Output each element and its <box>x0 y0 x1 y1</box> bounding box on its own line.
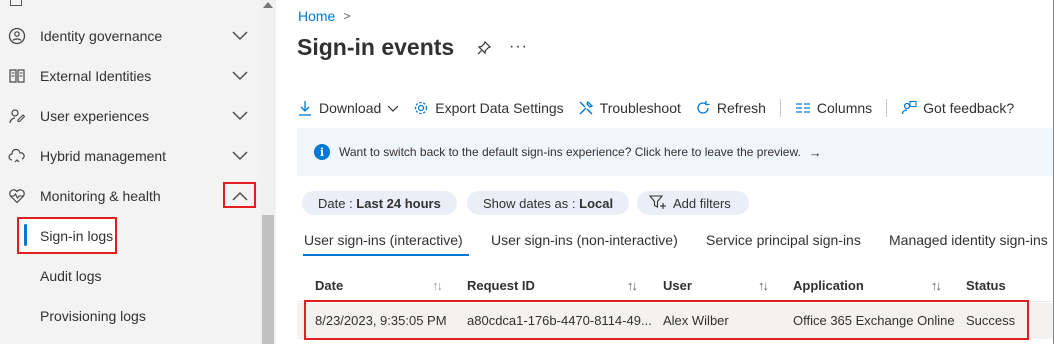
sidebar: Identity governance External Identities … <box>0 0 276 344</box>
sidebar-item-hybrid-management[interactable]: Hybrid management <box>0 136 258 176</box>
refresh-label: Refresh <box>716 100 766 116</box>
sidebar-item-identity-governance[interactable]: Identity governance <box>0 16 258 56</box>
sidebar-item-sign-in-logs[interactable]: Sign-in logs <box>0 216 258 256</box>
download-button[interactable]: Download <box>297 100 399 116</box>
sidebar-item-label: External Identities <box>40 68 152 84</box>
table-header: Date ↑↓ Request ID ↑↓ User ↑↓ Applicatio… <box>297 270 1054 302</box>
user-experiences-icon <box>8 107 26 125</box>
gear-icon <box>413 100 429 116</box>
add-filters-button[interactable]: Add filters <box>637 191 749 215</box>
chevron-down-icon[interactable] <box>230 66 250 86</box>
tab-managed-identity[interactable]: Managed identity sign-ins <box>889 232 1048 248</box>
date-filter-value: Last 24 hours <box>356 195 441 211</box>
toolbar-divider <box>779 99 781 117</box>
columns-button[interactable]: Columns <box>795 100 872 116</box>
sort-icon[interactable]: ↑↓ <box>627 278 638 293</box>
show-dates-filter-pill[interactable]: Show dates as : Local <box>467 191 630 215</box>
main-content: Home > Sign-in events ··· Download Expor… <box>277 0 1054 344</box>
show-dates-label: Show dates as : <box>483 195 580 211</box>
column-header-status[interactable]: Status <box>966 278 1006 293</box>
download-icon <box>297 100 313 116</box>
toolbar: Download Export Data Settings Troublesho… <box>297 96 1028 120</box>
sidebar-item-audit-logs[interactable]: Audit logs <box>0 256 258 296</box>
sidebar-item-user-experiences[interactable]: User experiences <box>0 96 258 136</box>
sign-in-tabs: User sign-ins (interactive) User sign-in… <box>297 224 1054 258</box>
identity-governance-icon <box>8 27 26 45</box>
more-options-icon[interactable]: ··· <box>509 38 528 56</box>
toolbar-divider <box>886 99 888 117</box>
heart-monitor-icon <box>8 187 26 205</box>
troubleshoot-button[interactable]: Troubleshoot <box>578 100 681 116</box>
sidebar-item-label: Provisioning logs <box>40 308 146 324</box>
scrollbar-thumb[interactable] <box>262 215 274 344</box>
tab-user-interactive[interactable]: User sign-ins (interactive) <box>304 232 463 248</box>
chevron-down-icon <box>387 100 399 116</box>
column-header-application[interactable]: Application <box>793 278 864 293</box>
sidebar-item-label: Hybrid management <box>40 148 167 164</box>
active-tab-indicator <box>303 254 469 256</box>
arrow-right-icon: → <box>808 144 822 160</box>
columns-label: Columns <box>816 100 873 116</box>
refresh-icon <box>695 100 711 116</box>
column-header-user[interactable]: User <box>663 278 692 293</box>
tab-user-non-interactive[interactable]: User sign-ins (non-interactive) <box>491 232 678 248</box>
sidebar-item-external-identities[interactable]: External Identities <box>0 56 258 96</box>
tab-service-principal[interactable]: Service principal sign-ins <box>706 232 861 248</box>
pin-icon[interactable] <box>476 40 492 56</box>
sidebar-item-label: Monitoring & health <box>40 188 161 204</box>
sidebar-item-provisioning-logs[interactable]: Provisioning logs <box>0 296 258 336</box>
truncated-menu-icon <box>10 0 22 6</box>
row-highlight-box <box>304 300 1029 340</box>
sidebar-item-label: Audit logs <box>40 268 102 284</box>
external-identities-icon <box>8 67 26 85</box>
date-filter-label: Date : <box>318 195 357 211</box>
preview-info-banner[interactable]: i Want to switch back to the default sig… <box>297 128 1054 176</box>
columns-icon <box>795 100 811 116</box>
breadcrumb: Home > <box>298 8 350 24</box>
add-filter-icon <box>648 194 667 213</box>
export-data-settings-button[interactable]: Export Data Settings <box>413 100 564 116</box>
breadcrumb-home-link[interactable]: Home <box>298 8 335 24</box>
sidebar-item-label: Sign-in logs <box>40 228 114 244</box>
column-header-request-id[interactable]: Request ID <box>467 278 535 293</box>
sort-icon[interactable]: ↑↓ <box>931 278 942 293</box>
page-title: Sign-in events <box>297 34 455 60</box>
breadcrumb-separator: > <box>343 9 351 23</box>
chevron-down-icon[interactable] <box>230 146 250 166</box>
feedback-label: Got feedback? <box>923 100 1015 116</box>
hybrid-management-icon <box>8 147 26 165</box>
download-label: Download <box>319 100 382 116</box>
banner-text: Want to switch back to the default sign-… <box>339 145 801 159</box>
column-header-date[interactable]: Date <box>315 278 343 293</box>
highlight-box <box>223 182 256 208</box>
add-filters-label: Add filters <box>673 195 731 211</box>
export-label: Export Data Settings <box>435 100 564 116</box>
wrench-icon <box>578 100 594 116</box>
sort-icon[interactable]: ↑↓ <box>432 278 443 293</box>
chevron-down-icon[interactable] <box>230 106 250 126</box>
sidebar-item-label: Identity governance <box>40 28 163 44</box>
feedback-icon <box>901 100 917 116</box>
chevron-down-icon[interactable] <box>230 26 250 46</box>
refresh-button[interactable]: Refresh <box>695 100 766 116</box>
sidebar-item-label: User experiences <box>40 108 149 124</box>
scroll-up-arrow-icon[interactable] <box>263 2 273 8</box>
sort-icon[interactable]: ↑↓ <box>758 278 769 293</box>
feedback-button[interactable]: Got feedback? <box>901 100 1014 116</box>
date-filter-pill[interactable]: Date : Last 24 hours <box>302 191 457 215</box>
show-dates-value: Local <box>579 195 614 211</box>
sidebar-item-monitoring-health[interactable]: Monitoring & health <box>0 176 258 216</box>
info-icon: i <box>314 144 330 160</box>
troubleshoot-label: Troubleshoot <box>599 100 681 116</box>
